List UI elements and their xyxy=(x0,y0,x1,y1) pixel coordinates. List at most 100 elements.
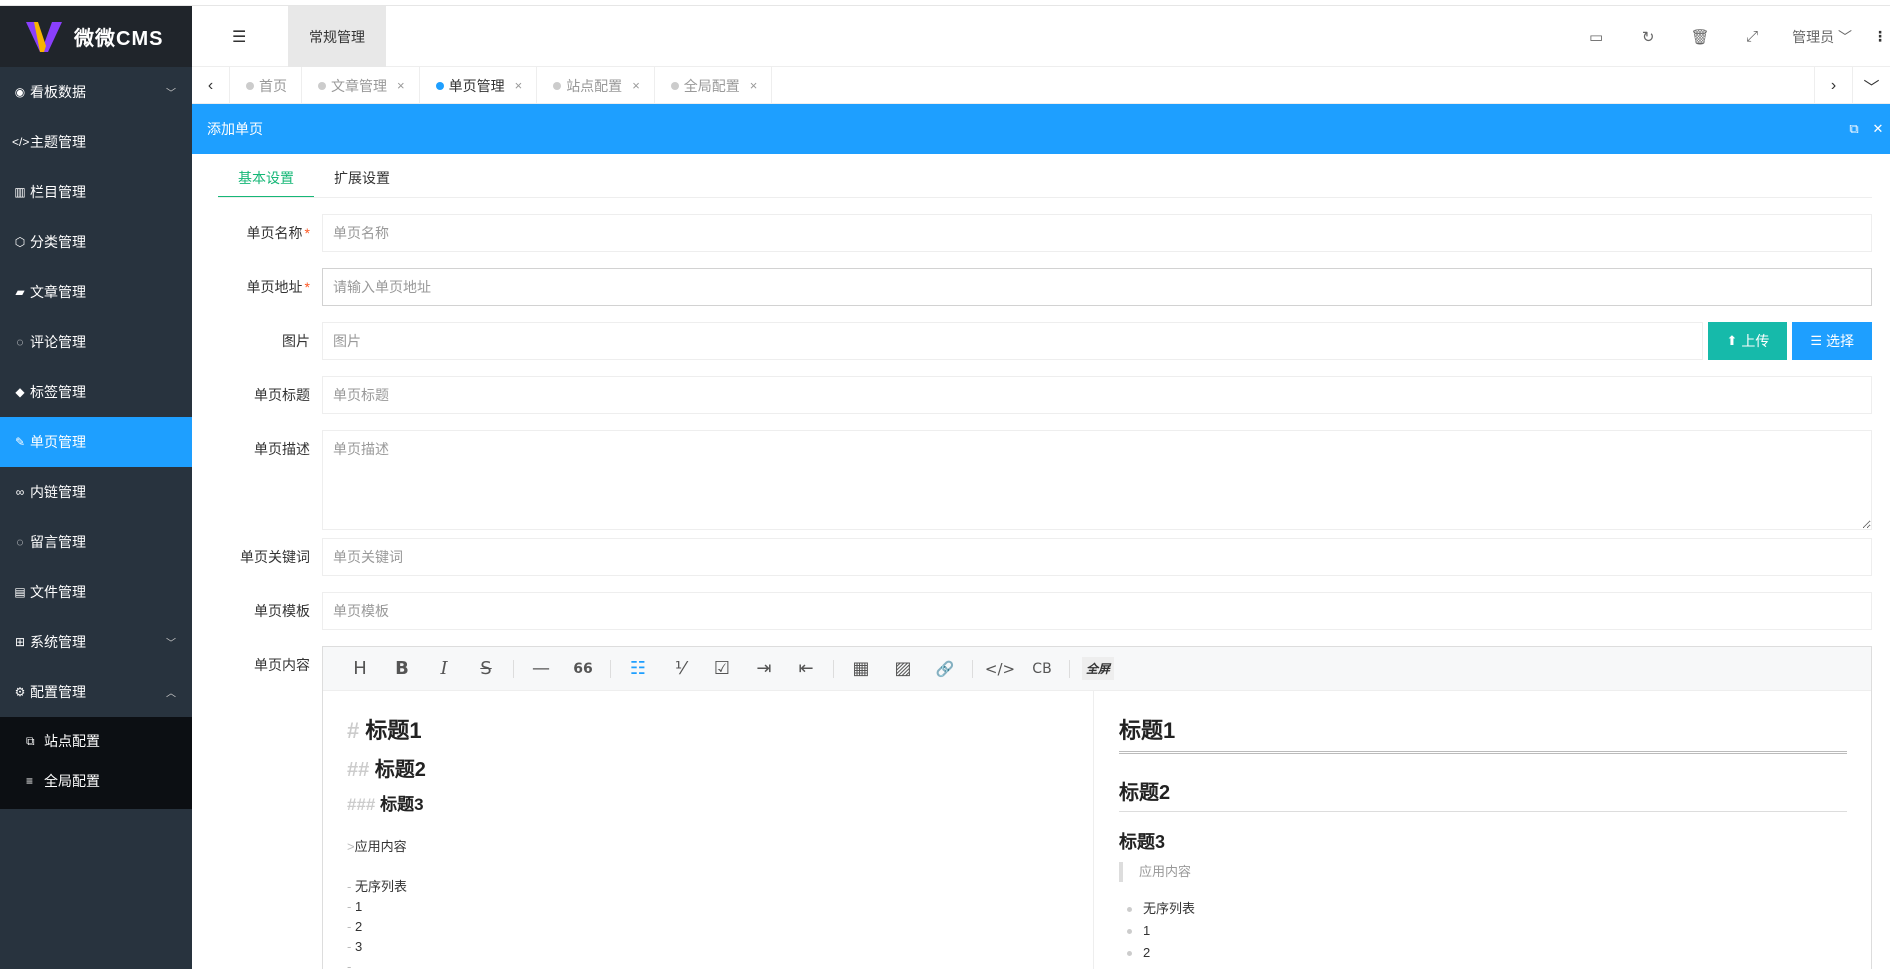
list-icon: ☰ xyxy=(1810,333,1822,348)
source-h3: ### 标题3 xyxy=(347,790,1069,815)
sidebar-item-categories[interactable]: ⬡ 分类管理 xyxy=(0,217,192,267)
md-mark: - xyxy=(347,899,352,914)
more-icon[interactable]: ⋮ xyxy=(1870,28,1890,45)
sidebar-subitem-site-config[interactable]: ⧉ 站点配置 xyxy=(0,721,192,761)
sidebar-item-comments[interactable]: ◌ 评论管理 xyxy=(0,317,192,367)
sidebar-item-files[interactable]: ▤ 文件管理 xyxy=(0,567,192,617)
outdent-icon[interactable]: ⇤ xyxy=(785,658,827,679)
page-description-textarea[interactable] xyxy=(322,430,1872,530)
url-label: 单页地址 xyxy=(246,279,303,295)
ordered-list-icon[interactable]: ⅟ xyxy=(659,658,701,679)
tab-articles[interactable]: 文章管理 × xyxy=(302,67,420,104)
preview-h2: 标题2 xyxy=(1119,776,1847,812)
tabs-scroll-left-icon[interactable]: ‹ xyxy=(192,67,230,104)
cube-icon: ⬡ xyxy=(14,235,26,249)
tab-extended-settings[interactable]: 扩展设置 xyxy=(314,162,410,198)
maximize-icon[interactable]: ⧉ xyxy=(1842,121,1866,137)
tab-basic-settings[interactable]: 基本设置 xyxy=(218,162,314,198)
bold-icon[interactable]: B xyxy=(381,658,423,679)
menu-toggle-icon[interactable]: ☰ xyxy=(232,6,246,67)
header-menu-general[interactable]: 常规管理 xyxy=(288,6,386,67)
heading-icon[interactable]: H xyxy=(339,658,381,679)
select-button[interactable]: ☰ 选择 xyxy=(1792,322,1872,360)
table-icon[interactable]: ▦ xyxy=(840,658,882,679)
sidebar-item-label: 评论管理 xyxy=(30,334,86,350)
logo[interactable]: 微微CMS xyxy=(0,6,192,67)
toolbar-divider xyxy=(610,659,611,678)
tab-dot xyxy=(553,81,562,90)
sidebar-subitem-global-config[interactable]: ≡ 全局配置 xyxy=(0,761,192,801)
tab-global-config[interactable]: 全局配置 × xyxy=(655,67,773,104)
tab-dot xyxy=(246,81,254,90)
fullscreen-icon[interactable]: ⤢ xyxy=(1726,28,1778,45)
page-url-input[interactable] xyxy=(322,268,1872,306)
form-tabs: 基本设置 扩展设置 xyxy=(218,162,410,198)
horizontal-rule-icon[interactable]: — xyxy=(520,658,562,679)
required-mark: * xyxy=(304,225,310,241)
refresh-icon[interactable]: ↻ xyxy=(1622,28,1674,46)
page-title-input[interactable] xyxy=(322,376,1872,414)
tab-home[interactable]: 首页 xyxy=(230,67,302,104)
tab-label: 首页 xyxy=(259,77,287,94)
fullscreen-button[interactable]: 全屏 xyxy=(1082,657,1115,680)
sidebar-item-links[interactable]: ∞ 内链管理 xyxy=(0,467,192,517)
close-icon[interactable]: × xyxy=(632,78,640,93)
tab-site-config[interactable]: 站点配置 × xyxy=(537,67,655,104)
header-actions: ▭ ↻ 🗑 ⤢ 管理员 ﹀ ⋮ xyxy=(1570,6,1890,67)
task-list-icon[interactable]: ☑ xyxy=(701,658,743,679)
sidebar-item-dashboard[interactable]: ◉ 看板数据 ﹀ xyxy=(0,67,192,117)
preview-list-item: 1 xyxy=(1125,920,1847,942)
link-icon: ∞ xyxy=(15,485,25,499)
page-name-input[interactable] xyxy=(322,214,1872,252)
trash-icon[interactable]: 🗑 xyxy=(1674,28,1726,46)
page-template-input[interactable] xyxy=(322,592,1872,630)
sidebar-subitem-label: 站点配置 xyxy=(44,733,100,749)
tab-pages[interactable]: 单页管理 × xyxy=(420,67,538,104)
italic-icon[interactable]: I xyxy=(423,658,465,679)
source-list-item: - xyxy=(347,957,1069,969)
close-icon[interactable]: ✕ xyxy=(1866,121,1890,137)
sidebar-item-pages[interactable]: ✎ 单页管理 xyxy=(0,417,192,467)
sidebar-item-tags[interactable]: ◆ 标签管理 xyxy=(0,367,192,417)
quote-icon[interactable]: 66 xyxy=(562,661,604,677)
content-label: 单页内容 xyxy=(254,657,310,673)
editor-source-pane[interactable]: # 标题1 ## 标题2 ### 标题3 >应用内容 - 无序列表 - 1 - … xyxy=(323,691,1094,969)
link-icon[interactable]: 🔗 xyxy=(924,660,966,678)
image-input[interactable] xyxy=(322,322,1704,360)
image-label: 图片 xyxy=(282,333,310,349)
code-icon[interactable]: </> xyxy=(979,660,1021,678)
md-mark: - xyxy=(347,879,352,894)
dashboard-icon: ◉ xyxy=(14,85,26,99)
desktop-icon[interactable]: ▭ xyxy=(1570,28,1622,46)
sidebar-item-label: 主题管理 xyxy=(30,134,86,150)
dialog-controls: ⧉ ✕ xyxy=(1842,104,1890,154)
chevron-up-icon: ︿ xyxy=(166,688,176,700)
sidebar-item-label: 内链管理 xyxy=(30,484,86,500)
tabs-scroll-right-icon[interactable]: › xyxy=(1814,67,1852,104)
bullet-list-icon[interactable]: ☷ xyxy=(617,658,659,679)
upload-button[interactable]: ⬆ 上传 xyxy=(1708,322,1788,360)
sidebar-item-themes[interactable]: </> 主题管理 xyxy=(0,117,192,167)
sidebar-item-columns[interactable]: ▥ 栏目管理 xyxy=(0,167,192,217)
indent-icon[interactable]: ⇥ xyxy=(743,658,785,679)
sidebar-item-articles[interactable]: ▰ 文章管理 xyxy=(0,267,192,317)
page-keywords-input[interactable] xyxy=(322,538,1872,576)
tabs-menu-chevron-icon[interactable]: ﹀ xyxy=(1852,67,1890,104)
sidebar-item-config[interactable]: ⚙ 配置管理 ︿ xyxy=(0,667,192,717)
field-label: 单页名称 * xyxy=(218,214,322,252)
source-list-text: 1 xyxy=(354,899,363,914)
close-icon[interactable]: × xyxy=(515,78,523,93)
sidebar-item-system[interactable]: ⊞ 系统管理 ﹀ xyxy=(0,617,192,667)
sidebar-item-label: 栏目管理 xyxy=(30,184,86,200)
sidebar-subitem-label: 全局配置 xyxy=(44,773,100,789)
close-icon[interactable]: × xyxy=(750,78,758,93)
user-menu[interactable]: 管理员 ﹀ xyxy=(1778,27,1870,47)
sidebar-item-messages[interactable]: ◌ 留言管理 xyxy=(0,517,192,567)
toolbar-divider xyxy=(513,659,514,678)
strikethrough-icon[interactable]: S xyxy=(465,658,507,679)
codeblock-icon[interactable]: CB xyxy=(1021,661,1063,677)
image-icon[interactable]: ▨ xyxy=(882,658,924,679)
dialog-content: 基本设置 扩展设置 单页名称* 单页地址* 图片 ⬆上传 ☰选择 单页标题 单页… xyxy=(192,154,1890,969)
tab-label: 全局配置 xyxy=(683,77,740,94)
close-icon[interactable]: × xyxy=(397,78,405,93)
